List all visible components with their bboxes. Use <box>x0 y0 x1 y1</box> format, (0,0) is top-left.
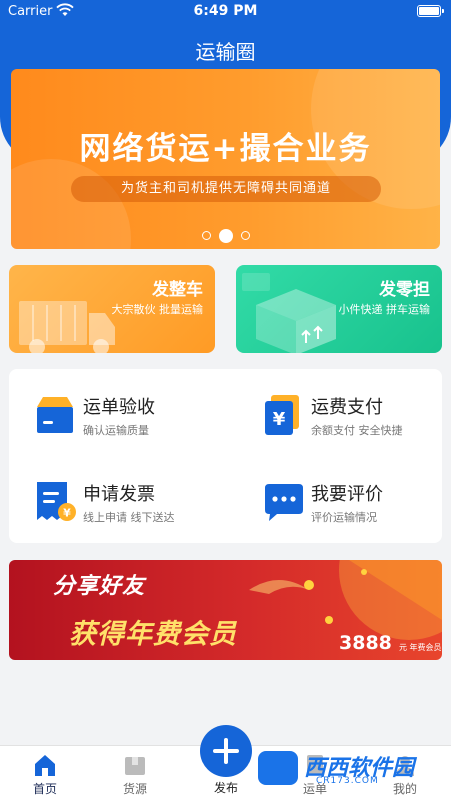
services-panel: 运单验收 确认运输质量 ¥ 运费支付 余额支付 安全快捷 ¥ 申请发票 线上申请… <box>9 369 442 543</box>
service-subtitle: 确认运输质量 <box>83 424 149 437</box>
service-subtitle: 余额支付 安全快捷 <box>311 424 403 437</box>
service-freight-payment[interactable]: ¥ 运费支付 余额支付 安全快捷 <box>261 393 451 453</box>
battery-icon <box>417 5 444 17</box>
carousel-dot-active[interactable] <box>218 228 233 243</box>
watermark-subtext: CR173.COM <box>316 776 379 786</box>
card-subtitle: 小件快递 拼车运输 <box>338 303 431 316</box>
full-truckload-card[interactable]: 发整车 大宗散伙 批量运输 <box>9 265 215 353</box>
page-title: 运输圈 <box>195 40 256 64</box>
banner-carousel[interactable]: 网络货运+撮合业务 为货主和司机提供无障碍共同通道 <box>11 69 440 249</box>
promo-price-label: 元 年费会员 <box>399 643 442 652</box>
svg-text:¥: ¥ <box>273 409 286 430</box>
promo-price: 3888 <box>339 632 392 654</box>
tab-label: 货源 <box>122 782 147 796</box>
svg-text:¥: ¥ <box>63 507 71 520</box>
invoice-icon: ¥ <box>37 482 76 521</box>
tab-home[interactable]: 首页 <box>15 746 75 799</box>
home-icon <box>35 755 55 776</box>
box-icon <box>37 397 73 433</box>
banner-subtitle: 为货主和司机提供无障碍共同通道 <box>71 176 381 202</box>
tab-label: 首页 <box>32 782 57 796</box>
carousel-dot[interactable] <box>201 231 211 240</box>
service-waybill-acceptance[interactable]: 运单验收 确认运输质量 <box>33 393 233 453</box>
tab-cargo[interactable]: 货源 <box>105 746 165 799</box>
banner-headline: 网络货运+撮合业务 <box>79 131 372 167</box>
card-title: 发整车 <box>152 280 203 300</box>
publish-label: 发布 <box>213 781 238 795</box>
chat-bubble-icon <box>265 484 303 521</box>
status-bar: Carrier 6:49 PM <box>0 0 451 24</box>
less-than-truckload-card[interactable]: 发零担 小件快递 拼车运输 <box>236 265 442 353</box>
service-subtitle: 线上申请 线下送达 <box>83 511 175 524</box>
promo-line-1: 分享好友 <box>53 574 146 599</box>
promo-banner[interactable]: 分享好友 获得年费会员 3888 元 年费会员 <box>9 560 442 660</box>
service-title: 申请发票 <box>83 484 155 505</box>
publish-button[interactable] <box>200 725 252 777</box>
service-apply-invoice[interactable]: ¥ 申请发票 线上申请 线下送达 <box>33 480 233 540</box>
carousel-indicator[interactable] <box>11 225 440 244</box>
service-title: 运费支付 <box>311 397 383 418</box>
watermark-logo-icon <box>258 751 298 785</box>
cargo-icon <box>125 757 145 775</box>
card-subtitle: 大宗散伙 批量运输 <box>111 303 204 316</box>
card-title: 发零担 <box>379 280 430 300</box>
carousel-dot[interactable] <box>240 231 250 240</box>
service-evaluate[interactable]: 我要评价 评价运输情况 <box>261 480 451 540</box>
promo-line-2: 获得年费会员 <box>69 619 237 650</box>
service-title: 运单验收 <box>83 397 155 418</box>
clock: 6:49 PM <box>193 3 258 19</box>
service-subtitle: 评价运输情况 <box>311 511 377 524</box>
yuan-wallet-icon: ¥ <box>265 395 299 435</box>
watermark: 西西软件园 CR173.COM <box>258 748 436 790</box>
service-title: 我要评价 <box>311 484 383 505</box>
